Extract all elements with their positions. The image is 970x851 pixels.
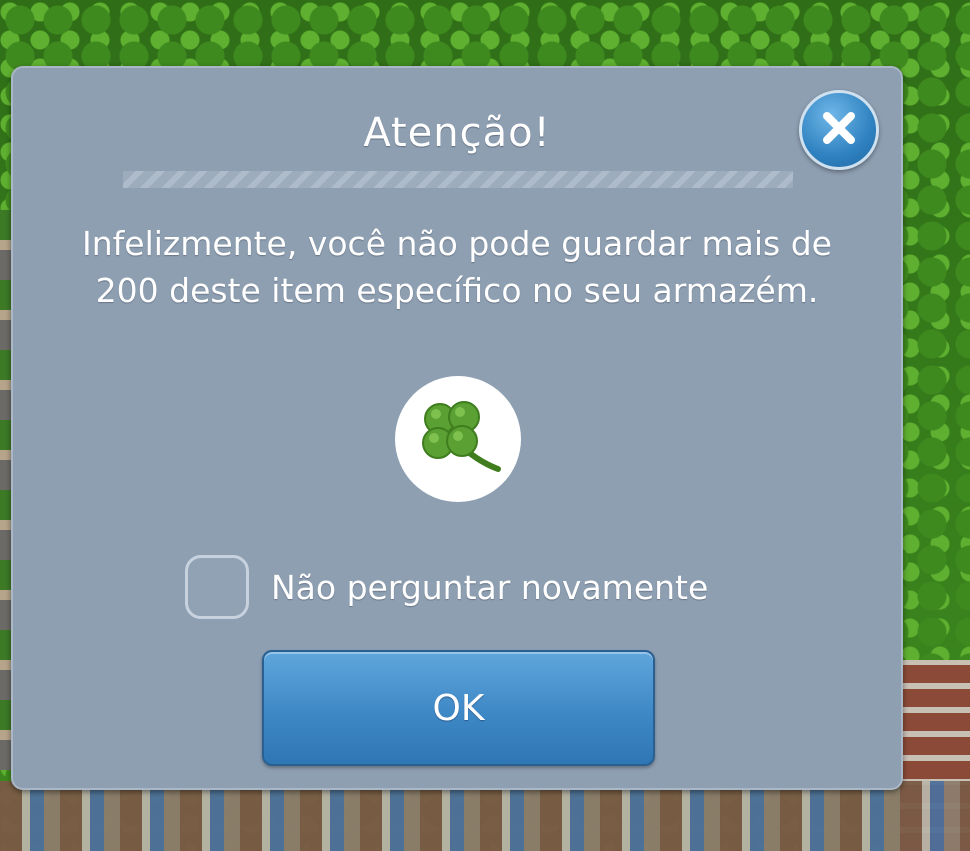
close-button[interactable]: [799, 90, 879, 170]
dialog-message: Infelizmente, você não pode guardar mais…: [43, 220, 871, 314]
ok-button-label: OK: [432, 687, 485, 729]
attention-dialog: Atenção! Infelizmente, você não pode gua…: [11, 66, 903, 790]
dialog-title: Atenção!: [363, 110, 551, 156]
message-line-2: 200 deste item específico no seu armazém…: [95, 271, 819, 310]
dont-ask-again-checkbox[interactable]: [185, 555, 249, 619]
four-leaf-clover-icon: [410, 389, 506, 489]
close-icon: [819, 108, 859, 152]
message-line-1: Infelizmente, você não pode guardar mais…: [82, 224, 832, 263]
background-city-bottom: [0, 781, 970, 851]
game-background: Atenção! Infelizmente, você não pode gua…: [0, 0, 970, 851]
ok-button[interactable]: OK: [262, 650, 655, 766]
item-icon-container: [395, 376, 521, 502]
dont-ask-again-label: Não perguntar novamente: [271, 567, 709, 607]
dont-ask-again-row[interactable]: Não perguntar novamente: [185, 552, 708, 622]
title-divider: [123, 171, 793, 188]
